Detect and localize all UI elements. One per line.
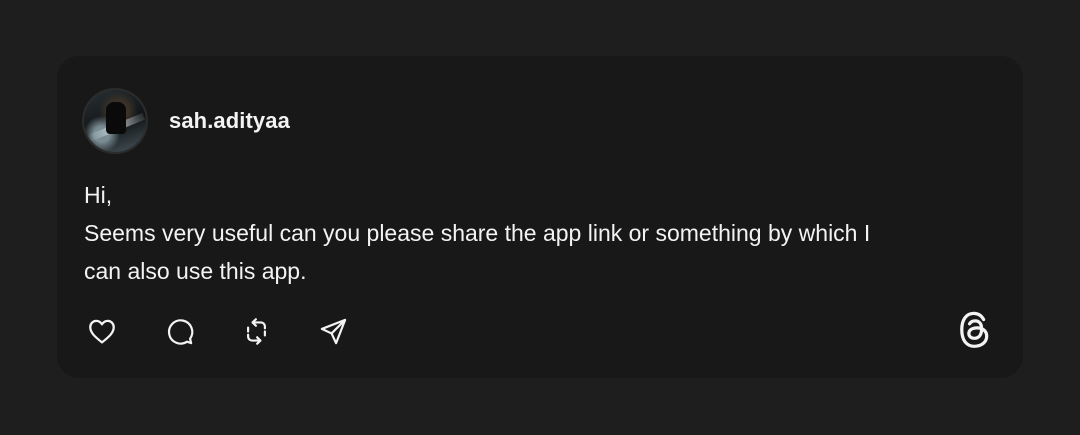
post-text-line: Hi, (84, 182, 113, 208)
post-text-line: can also use this app. (84, 258, 307, 284)
repost-icon (246, 317, 266, 345)
repost-button[interactable] (237, 312, 275, 350)
share-button[interactable] (314, 312, 352, 350)
send-icon (320, 318, 346, 344)
reply-button[interactable] (160, 312, 198, 350)
heart-icon (89, 319, 115, 344)
post-header: sah.adityaa (82, 88, 290, 154)
username[interactable]: sah.adityaa (169, 108, 290, 134)
post-text: Hi, Seems very useful can you please sha… (84, 176, 1014, 290)
comment-icon (167, 318, 193, 345)
avatar-figure (106, 102, 126, 134)
post-text-line: Seems very useful can you please share t… (84, 220, 871, 246)
post-actions (83, 312, 391, 350)
threads-logo-button[interactable] (953, 308, 997, 352)
like-button[interactable] (83, 312, 121, 350)
threads-logo-icon (960, 311, 989, 348)
post-card: sah.adityaa Hi, Seems very useful can yo… (57, 56, 1023, 378)
avatar[interactable] (82, 88, 148, 154)
